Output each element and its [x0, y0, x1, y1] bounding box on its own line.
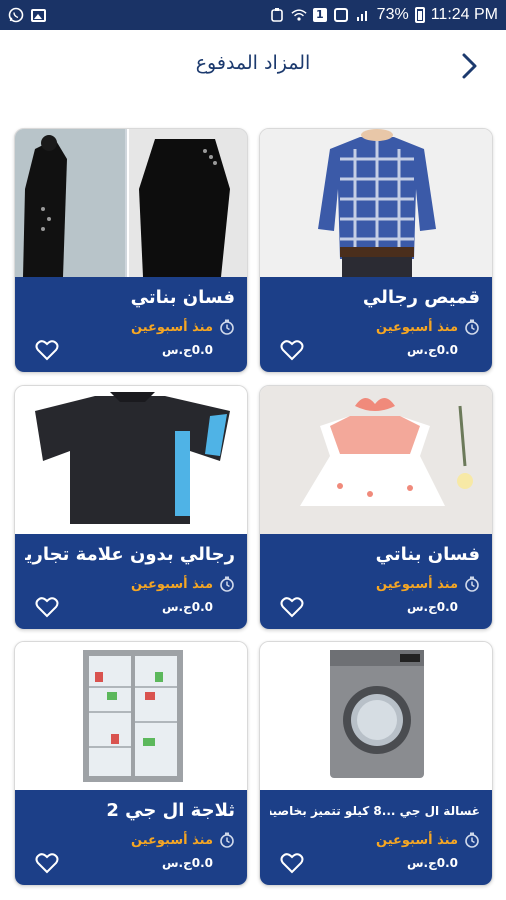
product-image — [15, 129, 247, 277]
product-card[interactable]: فسان بناتي منذ أسبوعين 0.0ج.س — [259, 385, 493, 630]
product-image — [260, 386, 492, 534]
clock-icon — [220, 576, 234, 592]
header: المزاد المدفوع — [0, 30, 506, 102]
product-price: 0.0ج.س — [406, 856, 458, 870]
product-time: منذ أسبوعين — [131, 319, 235, 335]
time-label: منذ أسبوعين — [376, 576, 458, 592]
signal-icon — [355, 7, 371, 23]
product-image — [260, 642, 492, 790]
heart-outline-icon[interactable] — [280, 852, 304, 874]
product-image — [15, 386, 247, 534]
status-left — [8, 7, 46, 23]
time-label: منذ أسبوعين — [131, 319, 213, 335]
heart-outline-icon[interactable] — [35, 339, 59, 361]
product-info: فسان بناتي منذ أسبوعين 0.0ج.س — [15, 277, 247, 372]
back-button[interactable] — [454, 48, 486, 84]
product-image — [260, 129, 492, 277]
product-card[interactable]: قميص رجالي منذ أسبوعين 0.0ج.س — [259, 128, 493, 373]
product-info: ثلاجة ال جي 2 منذ أسبوعين 0.0ج.س — [15, 790, 247, 885]
time-label: منذ أسبوعين — [131, 832, 213, 848]
product-card[interactable]: ثلاجة ال جي 2 منذ أسبوعين 0.0ج.س — [14, 641, 248, 886]
product-title: قميص رجالي — [362, 287, 480, 308]
product-card[interactable]: فسان بناتي منذ أسبوعين 0.0ج.س — [14, 128, 248, 373]
product-price: 0.0ج.س — [161, 343, 213, 357]
product-time: منذ أسبوعين — [376, 832, 480, 848]
heart-outline-icon[interactable] — [35, 852, 59, 874]
product-time: منذ أسبوعين — [376, 319, 480, 335]
no-signal-icon — [333, 7, 349, 23]
product-info: رجالي بدون علامة تجارية منذ أسبوعين 0.0ج… — [15, 534, 247, 629]
product-time: منذ أسبوعين — [376, 576, 480, 592]
page-title: المزاد المدفوع — [195, 52, 311, 74]
product-price: 0.0ج.س — [406, 343, 458, 357]
product-info: فسان بناتي منذ أسبوعين 0.0ج.س — [260, 534, 492, 629]
time-label: منذ أسبوعين — [131, 576, 213, 592]
battery-icon — [414, 7, 425, 23]
alarm-icon — [269, 7, 285, 23]
heart-outline-icon[interactable] — [280, 339, 304, 361]
whatsapp-icon — [8, 7, 24, 23]
product-card[interactable]: غسالة ال جي ...8 كيلو تتميز بخاصية منذ أ… — [259, 641, 493, 886]
time-label: منذ أسبوعين — [376, 319, 458, 335]
clock-icon — [220, 832, 234, 848]
clock-icon — [220, 319, 234, 335]
product-title: فسان بناتي — [375, 544, 480, 565]
product-title: فسان بناتي — [130, 287, 235, 308]
wifi-icon — [291, 7, 307, 23]
battery-percent: 73% — [376, 6, 409, 23]
clock-time: 11:24 PM — [430, 6, 498, 23]
product-price: 0.0ج.س — [161, 600, 213, 614]
product-time: منذ أسبوعين — [131, 832, 235, 848]
product-info: قميص رجالي منذ أسبوعين 0.0ج.س — [260, 277, 492, 372]
status-bar: 1 73% 11:24 PM — [0, 0, 506, 30]
chevron-right-icon — [462, 53, 477, 79]
product-title: غسالة ال جي ...8 كيلو تتميز بخاصية — [270, 804, 480, 818]
product-info: غسالة ال جي ...8 كيلو تتميز بخاصية منذ أ… — [260, 790, 492, 885]
heart-outline-icon[interactable] — [280, 596, 304, 618]
product-price: 0.0ج.س — [161, 856, 213, 870]
heart-outline-icon[interactable] — [35, 596, 59, 618]
status-right: 1 73% 11:24 PM — [269, 6, 498, 24]
product-title: ثلاجة ال جي 2 — [106, 800, 235, 821]
product-image — [15, 642, 247, 790]
product-price: 0.0ج.س — [406, 600, 458, 614]
product-card[interactable]: رجالي بدون علامة تجارية منذ أسبوعين 0.0ج… — [14, 385, 248, 630]
clock-icon — [465, 319, 479, 335]
product-title: رجالي بدون علامة تجارية — [25, 544, 235, 565]
gallery-icon — [30, 7, 46, 23]
sim-badge: 1 — [313, 8, 327, 22]
clock-icon — [465, 832, 479, 848]
time-label: منذ أسبوعين — [376, 832, 458, 848]
product-time: منذ أسبوعين — [131, 576, 235, 592]
clock-icon — [465, 576, 479, 592]
